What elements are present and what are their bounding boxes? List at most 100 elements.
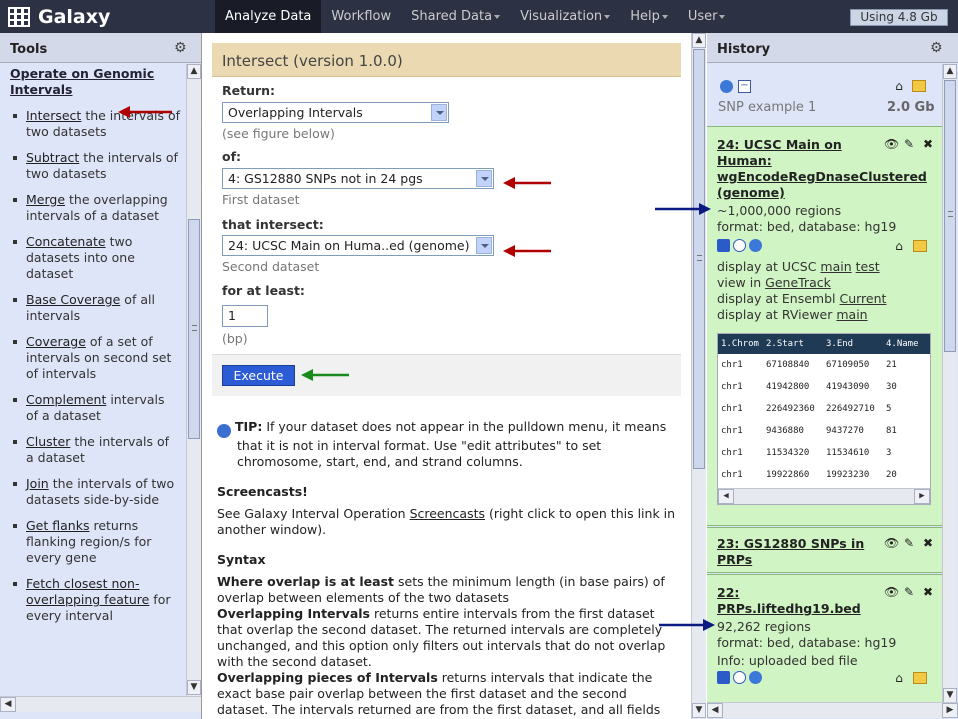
genetrack-link[interactable]: GeneTrack: [765, 275, 831, 290]
eye-icon[interactable]: 👁: [884, 138, 899, 150]
second-dataset-select[interactable]: 24: UCSC Main on Huma..ed (genome): [222, 235, 494, 256]
save-icon[interactable]: [717, 671, 730, 684]
tag-icon[interactable]: ⌂: [893, 672, 905, 684]
gear-icon[interactable]: ⚙: [174, 41, 188, 55]
scroll-thumb[interactable]: [693, 49, 705, 469]
scroll-right-icon[interactable]: ▶: [942, 703, 958, 718]
annotation-arrow-blue: [659, 619, 715, 631]
tool-link[interactable]: Subtract: [26, 150, 79, 165]
scroll-thumb[interactable]: [944, 80, 956, 352]
scroll-thumb[interactable]: [188, 219, 200, 439]
tools-list: Operate on Genomic Intervals Intersect t…: [0, 64, 186, 694]
first-dataset-select[interactable]: 4: GS12880 SNPs not in 24 pgs: [222, 168, 494, 189]
tool-link[interactable]: Cluster: [26, 434, 70, 449]
pencil-icon[interactable]: ✎: [903, 586, 915, 598]
scroll-up-icon[interactable]: ▲: [692, 33, 706, 48]
caret-down-icon: [494, 14, 501, 19]
tool-link[interactable]: Concatenate: [26, 234, 106, 249]
scroll-left-icon[interactable]: ◀: [707, 703, 723, 718]
history-header: History ⚙: [707, 33, 958, 63]
tool-link[interactable]: Fetch closest non-overlapping feature: [26, 576, 149, 607]
chevron-down-icon[interactable]: [431, 104, 447, 121]
gear-icon[interactable]: ⚙: [930, 41, 944, 55]
tool-link[interactable]: Base Coverage: [26, 292, 120, 307]
delete-icon[interactable]: ✖: [922, 537, 934, 549]
scroll-left-icon[interactable]: ◀: [718, 489, 734, 504]
tool-section-title[interactable]: Operate on Genomic Intervals: [10, 66, 160, 98]
screencasts-link[interactable]: Screencasts: [410, 506, 485, 521]
execute-button[interactable]: Execute: [222, 365, 295, 386]
nav-visualization[interactable]: Visualization: [510, 0, 620, 33]
refresh-icon[interactable]: [720, 80, 733, 93]
delete-icon[interactable]: ✖: [922, 138, 934, 150]
nav-user[interactable]: User: [678, 0, 736, 33]
dataset-24: 24: UCSC Main on Human: wgEncodeRegDnase…: [707, 126, 942, 526]
chevron-down-icon[interactable]: [476, 170, 492, 187]
caret-down-icon: [719, 14, 726, 19]
dataset-title[interactable]: 24: UCSC Main on Human: wgEncodeRegDnase…: [717, 137, 927, 201]
nav-help[interactable]: Help: [620, 0, 678, 33]
scroll-up-icon[interactable]: ▲: [943, 64, 957, 79]
annotation-arrow-blue: [655, 203, 711, 215]
info-icon[interactable]: [733, 671, 746, 684]
scroll-down-icon[interactable]: ▼: [187, 680, 201, 695]
scroll-down-icon[interactable]: ▼: [692, 703, 706, 718]
center-scrollbar[interactable]: ▲ ▼: [691, 33, 706, 719]
scroll-down-icon[interactable]: ▼: [943, 688, 957, 703]
tool-link[interactable]: Join: [26, 476, 49, 491]
pencil-icon[interactable]: ✎: [903, 537, 915, 549]
tool-link[interactable]: Get flanks: [26, 518, 89, 533]
scroll-up-icon[interactable]: ▲: [187, 64, 201, 79]
ucsc-test-link[interactable]: test: [856, 259, 880, 274]
scroll-left-icon[interactable]: ◀: [0, 697, 16, 712]
tag-icon[interactable]: ⌂: [893, 80, 905, 92]
annotation-icon[interactable]: [913, 240, 927, 252]
history-name[interactable]: SNP example 1: [718, 100, 816, 115]
tools-title: Tools: [10, 42, 48, 57]
pencil-icon[interactable]: ✎: [903, 138, 915, 150]
nav-analyze-data[interactable]: Analyze Data: [215, 0, 322, 33]
tools-hscrollbar[interactable]: ◀: [0, 696, 201, 712]
annotation-icon[interactable]: [912, 80, 926, 92]
dataset-22: 22: PRPs.liftedhg19.bed 👁 ✎ ✖ 92,262 regio…: [707, 574, 942, 704]
dataset-peek: 1.Chrom 2.Start 3.End 4.Name chr1 6710884…: [717, 333, 931, 505]
info-icon[interactable]: [733, 239, 746, 252]
brand[interactable]: Galaxy: [6, 4, 110, 30]
display-ensembl: display at Ensembl Current: [717, 291, 886, 307]
ucsc-main-link[interactable]: main: [820, 259, 851, 274]
nav-shared-data[interactable]: Shared Data: [401, 0, 510, 33]
tool-link[interactable]: Complement: [26, 392, 106, 407]
save-icon[interactable]: [717, 239, 730, 252]
tool-link[interactable]: Intersect: [26, 108, 81, 123]
tool-item-merge: Merge the overlapping intervals of a dat…: [10, 192, 180, 224]
history-scrollbar[interactable]: ▲ ▼: [942, 64, 957, 704]
tag-icon[interactable]: ⌂: [893, 240, 905, 252]
return-select[interactable]: Overlapping Intervals: [222, 102, 449, 123]
chevron-down-icon[interactable]: [476, 237, 492, 254]
history-hscrollbar[interactable]: ◀ ▶: [707, 702, 958, 718]
nav-workflow[interactable]: Workflow: [321, 0, 401, 33]
annotation-icon[interactable]: [913, 672, 927, 684]
quota-meter[interactable]: Using 4.8 Gb: [850, 9, 948, 26]
rviewer-link[interactable]: main: [836, 307, 867, 322]
tools-scrollbar[interactable]: ▲ ▼: [186, 64, 201, 696]
tool-item-cluster: Cluster the intervals of a dataset: [10, 434, 180, 466]
dataset-title[interactable]: 22: PRPs.liftedhg19.bed: [717, 585, 861, 617]
min-overlap-input[interactable]: 1: [222, 305, 268, 327]
peek-hscrollbar[interactable]: ◀ ▶: [718, 488, 930, 504]
rerun-icon[interactable]: [749, 239, 762, 252]
peek-row: chr1 9436880 9437270 81: [721, 426, 897, 436]
syntax-p3: Overlapping pieces of Intervals returns …: [217, 670, 681, 718]
tool-form-title: Intersect (version 1.0.0): [222, 52, 403, 70]
tool-link[interactable]: Coverage: [26, 334, 86, 349]
collapse-icon[interactable]: −: [738, 80, 751, 93]
ensembl-link[interactable]: Current: [839, 291, 886, 306]
delete-icon[interactable]: ✖: [922, 586, 934, 598]
eye-icon[interactable]: 👁: [884, 586, 899, 598]
dataset-title[interactable]: 23: GS12880 SNPs in PRPs: [717, 536, 882, 568]
screencasts-heading: Screencasts!: [217, 484, 308, 499]
tool-link[interactable]: Merge: [26, 192, 65, 207]
eye-icon[interactable]: 👁: [884, 537, 899, 549]
rerun-icon[interactable]: [749, 671, 762, 684]
scroll-right-icon[interactable]: ▶: [914, 489, 930, 504]
